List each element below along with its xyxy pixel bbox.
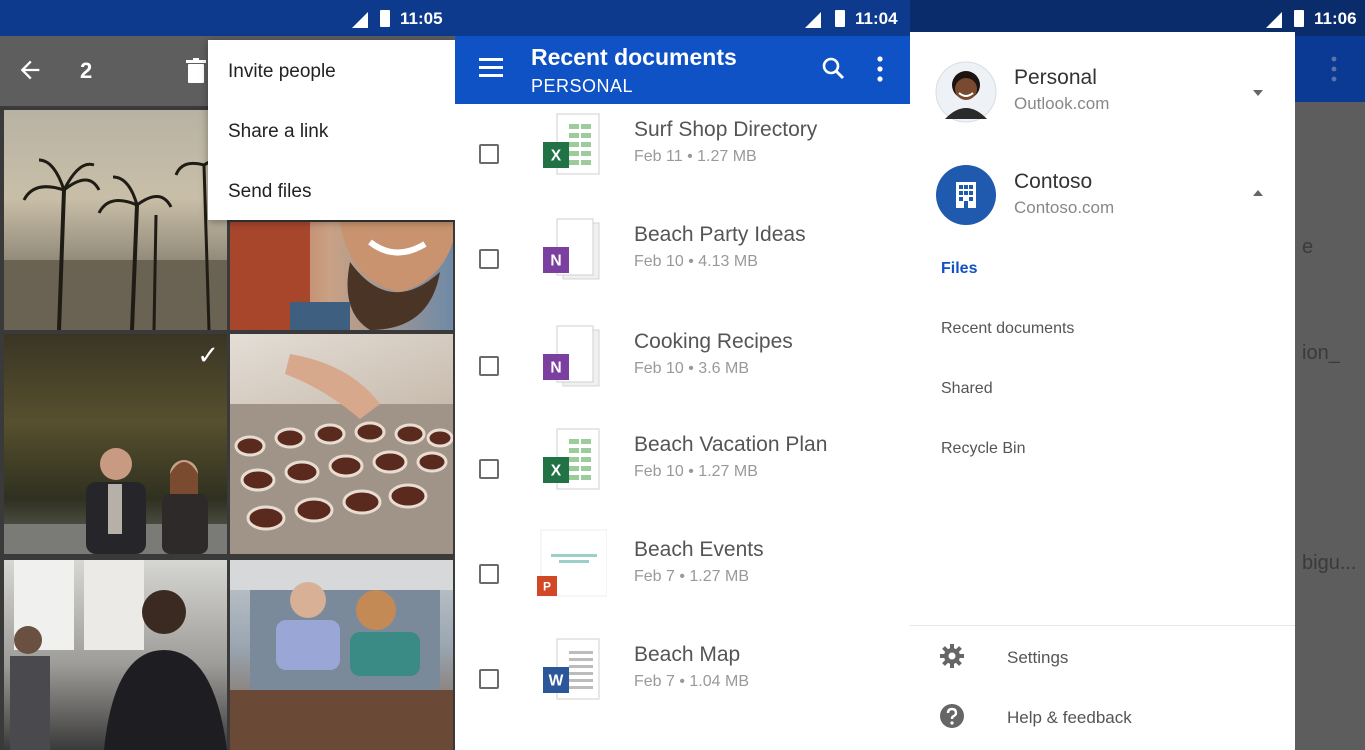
account-email: Outlook.com [1014, 94, 1110, 113]
file-checkbox[interactable] [479, 144, 499, 164]
file-row[interactable]: X Beach Vacation Plan Feb 10 • 1.27 MB [455, 419, 910, 519]
menu-item-share-link[interactable]: Share a link [228, 121, 328, 143]
file-row[interactable]: N Beach Party Ideas Feb 10 • 4.13 MB [455, 209, 910, 309]
search-icon[interactable] [821, 56, 845, 80]
word-file-icon: W [543, 638, 600, 700]
gear-icon [940, 644, 964, 668]
svg-text:N: N [550, 253, 561, 270]
obscured-text: ion_ [1302, 342, 1340, 364]
photo-smiling-man[interactable] [230, 222, 453, 330]
file-name: Beach Events [634, 538, 764, 561]
file-checkbox[interactable] [479, 459, 499, 479]
file-meta: Feb 7 • 1.04 MB [634, 673, 749, 690]
recent-documents-panel: 11:04 Recent documents PERSONAL X Surf Sh… [455, 0, 910, 750]
status-bar: 11:04 [455, 0, 910, 36]
app-bar: Recent documents PERSONAL [455, 36, 910, 104]
file-name: Beach Vacation Plan [634, 433, 828, 456]
battery-icon [835, 10, 845, 27]
svg-text:N: N [550, 360, 561, 377]
more-options-icon[interactable] [875, 56, 885, 82]
file-checkbox[interactable] [479, 249, 499, 269]
selected-check-icon: ✓ [197, 340, 219, 370]
signal-icon [1266, 12, 1282, 28]
file-name: Beach Party Ideas [634, 223, 806, 246]
help-icon [940, 704, 964, 728]
signal-icon [805, 12, 821, 28]
photo-palm-trees[interactable] [4, 110, 227, 330]
photo-couple-park[interactable]: ✓ [4, 334, 227, 554]
more-options-icon [1331, 56, 1337, 82]
building-icon [936, 165, 996, 225]
file-meta: Feb 7 • 1.27 MB [634, 568, 749, 585]
svg-text:X: X [551, 463, 562, 480]
excel-file-icon: X [543, 428, 600, 490]
photo-meeting[interactable] [4, 560, 227, 750]
avatar [935, 61, 997, 123]
nav-item-recycle-bin[interactable]: Recycle Bin [941, 440, 1025, 458]
collapse-caret-icon[interactable] [1253, 190, 1263, 196]
file-meta: Feb 10 • 1.27 MB [634, 463, 758, 480]
file-meta: Feb 11 • 1.27 MB [634, 148, 757, 165]
menu-item-send-files[interactable]: Send files [228, 181, 311, 203]
nav-item-recent-documents[interactable]: Recent documents [941, 320, 1074, 338]
file-checkbox[interactable] [479, 356, 499, 376]
overflow-menu: Invite people Share a link Send files [208, 40, 455, 220]
nav-item-shared[interactable]: Shared [941, 380, 993, 398]
account-name: Personal [1014, 66, 1097, 89]
selected-count: 2 [80, 58, 93, 83]
drawer-panel: 11:06 e ion_ bigu... Personal Outlook.co… [910, 0, 1365, 750]
file-name: Cooking Recipes [634, 330, 793, 353]
back-arrow-icon[interactable] [16, 56, 44, 84]
excel-file-icon: X [543, 113, 600, 175]
powerpoint-file-icon: P [537, 529, 607, 597]
file-name: Surf Shop Directory [634, 118, 818, 141]
status-bar: 11:06 [910, 0, 1365, 36]
account-subtitle: PERSONAL [531, 76, 634, 96]
file-row[interactable]: N Cooking Recipes Feb 10 • 3.6 MB [455, 316, 910, 416]
help-feedback-label: Help & feedback [1007, 708, 1132, 727]
svg-text:X: X [551, 148, 562, 165]
status-time: 11:04 [855, 9, 898, 28]
navigation-drawer: Personal Outlook.com Contoso Contoso.com… [910, 32, 1295, 750]
obscured-text: bigu... [1302, 552, 1357, 574]
status-time: 11:06 [1314, 9, 1357, 28]
file-checkbox[interactable] [479, 564, 499, 584]
account-email: Contoso.com [1014, 198, 1115, 217]
account-name: Contoso [1014, 170, 1093, 193]
menu-item-invite-people[interactable]: Invite people [228, 61, 336, 83]
file-row[interactable]: P Beach Events Feb 7 • 1.27 MB [455, 524, 910, 624]
file-checkbox[interactable] [479, 669, 499, 689]
obscured-text: e [1302, 236, 1314, 258]
photos-panel: 11:05 2 ✓ Invite people Share a link Sen… [0, 0, 455, 750]
battery-icon [1294, 10, 1304, 27]
settings-label: Settings [1007, 648, 1069, 667]
svg-text:P: P [543, 579, 551, 593]
expand-caret-icon[interactable] [1253, 90, 1263, 96]
status-time: 11:05 [400, 9, 443, 28]
signal-icon [352, 12, 368, 28]
status-bar: 11:05 [0, 0, 455, 36]
page-title: Recent documents [531, 44, 737, 70]
file-meta: Feb 10 • 4.13 MB [634, 253, 758, 270]
photo-window-friends[interactable] [230, 560, 453, 750]
file-meta: Feb 10 • 3.6 MB [634, 360, 749, 377]
battery-icon [380, 10, 390, 27]
delete-icon[interactable] [186, 58, 206, 84]
file-name: Beach Map [634, 643, 741, 666]
photo-cookies-tray[interactable] [230, 334, 453, 554]
nav-item-files[interactable]: Files [941, 260, 977, 278]
svg-text:W: W [549, 673, 564, 690]
dimmed-app-bar [1295, 36, 1365, 102]
divider [910, 625, 1295, 626]
onenote-file-icon: N [543, 325, 600, 387]
file-row[interactable]: X Surf Shop Directory Feb 11 • 1.27 MB [455, 104, 910, 204]
file-row[interactable]: W Beach Map Feb 7 • 1.04 MB [455, 629, 910, 729]
onenote-file-icon: N [543, 218, 600, 280]
hamburger-menu-icon[interactable] [479, 58, 503, 82]
